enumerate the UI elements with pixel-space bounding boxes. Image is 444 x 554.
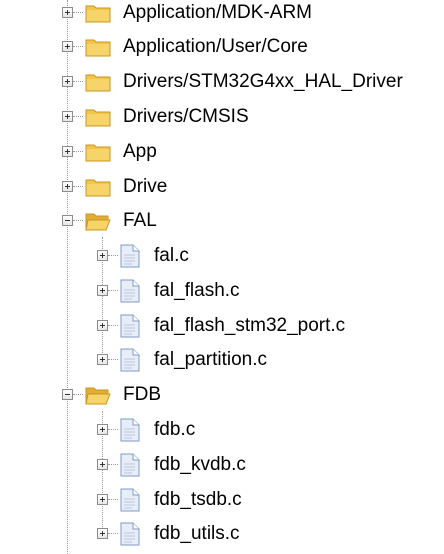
c-source-file-icon [120, 453, 140, 476]
c-source-file-icon [120, 522, 140, 545]
tree-file-fdb-kvdb-c[interactable]: fdb_kvdb.c [97, 447, 248, 482]
c-source-file-icon [120, 418, 140, 441]
project-tree: Application/MDK-ARM Application/User/Cor… [0, 0, 444, 554]
tree-group-application-mdk-arm[interactable]: Application/MDK-ARM [62, 0, 314, 30]
expand-plus-icon[interactable] [97, 528, 108, 539]
c-source-file-icon [120, 314, 140, 337]
tree-group-label: App [123, 140, 157, 162]
folder-open-icon [85, 387, 111, 404]
folder-open-icon [85, 213, 111, 230]
tree-file-label: fdb.c [154, 418, 196, 440]
folder-icon [85, 39, 111, 56]
tree-group-drive[interactable]: Drive [62, 169, 169, 204]
expand-plus-icon[interactable] [97, 250, 108, 261]
expand-plus-icon[interactable] [62, 181, 73, 192]
expand-plus-icon[interactable] [62, 111, 73, 122]
tree-file-fal-c[interactable]: fal.c [97, 238, 191, 273]
expand-plus-icon[interactable] [62, 41, 73, 52]
tree-file-label: fdb_kvdb.c [154, 453, 246, 475]
folder-icon [85, 109, 111, 126]
tree-group-fdb[interactable]: FDB [62, 377, 163, 412]
expand-plus-icon[interactable] [97, 424, 108, 435]
collapse-minus-icon[interactable] [62, 215, 73, 226]
tree-group-label: Application/User/Core [123, 35, 308, 57]
tree-group-label: Application/MDK-ARM [123, 1, 312, 23]
collapse-minus-icon[interactable] [62, 389, 73, 400]
folder-icon [85, 179, 111, 196]
folder-icon [85, 5, 111, 22]
tree-group-label: Drivers/STM32G4xx_HAL_Driver [123, 70, 403, 92]
tree-file-label: fdb_utils.c [154, 522, 240, 544]
tree-file-fal-partition-c[interactable]: fal_partition.c [97, 342, 269, 377]
expand-plus-icon[interactable] [97, 494, 108, 505]
c-source-file-icon [120, 244, 140, 267]
c-source-file-icon [120, 279, 140, 302]
c-source-file-icon [120, 488, 140, 511]
tree-file-label: fal_flash_stm32_port.c [154, 314, 346, 336]
c-source-file-icon [120, 348, 140, 371]
folder-icon [85, 74, 111, 91]
folder-icon [85, 144, 111, 161]
tree-group-drivers-cmsis[interactable]: Drivers/CMSIS [62, 99, 251, 134]
expand-plus-icon[interactable] [62, 146, 73, 157]
expand-plus-icon[interactable] [97, 459, 108, 470]
tree-file-label: fal_flash.c [154, 279, 240, 301]
tree-group-application-user-core[interactable]: Application/User/Core [62, 29, 310, 64]
tree-group-label: Drivers/CMSIS [123, 105, 249, 127]
tree-group-drivers-hal[interactable]: Drivers/STM32G4xx_HAL_Driver [62, 64, 405, 99]
tree-group-app[interactable]: App [62, 134, 159, 169]
tree-file-fdb-tsdb-c[interactable]: fdb_tsdb.c [97, 482, 244, 517]
tree-file-label: fal_partition.c [154, 348, 268, 370]
tree-file-fal-flash-stm32-port-c[interactable]: fal_flash_stm32_port.c [97, 308, 347, 343]
tree-group-label: FAL [123, 209, 157, 231]
expand-plus-icon[interactable] [97, 320, 108, 331]
expand-plus-icon[interactable] [97, 285, 108, 296]
tree-file-fdb-c[interactable]: fdb.c [97, 412, 197, 447]
expand-plus-icon[interactable] [62, 76, 73, 87]
tree-group-label: Drive [123, 175, 168, 197]
expand-plus-icon[interactable] [62, 7, 73, 18]
tree-file-fal-flash-c[interactable]: fal_flash.c [97, 273, 242, 308]
tree-file-label: fal.c [154, 244, 189, 266]
expand-plus-icon[interactable] [97, 354, 108, 365]
tree-file-label: fdb_tsdb.c [154, 488, 242, 510]
tree-file-fdb-utils-c[interactable]: fdb_utils.c [97, 516, 242, 551]
tree-group-fal[interactable]: FAL [62, 203, 159, 238]
tree-group-label: FDB [123, 383, 161, 405]
